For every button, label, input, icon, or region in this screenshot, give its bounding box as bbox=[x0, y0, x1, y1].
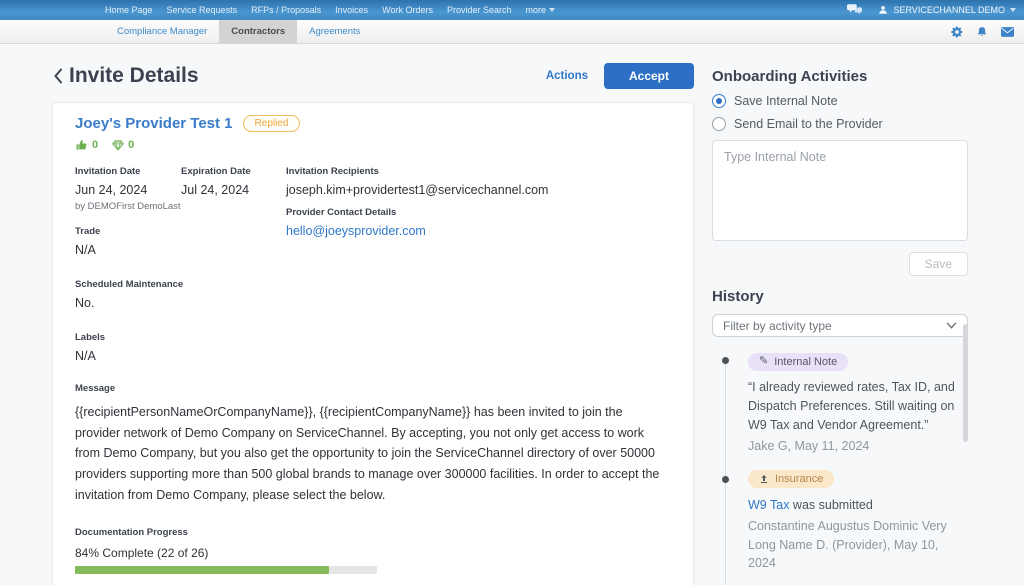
upload-icon bbox=[759, 474, 769, 484]
nav-rfps-proposals[interactable]: RFPs / Proposals bbox=[251, 5, 321, 15]
expiration-date-value: Jul 24, 2024 bbox=[181, 183, 286, 197]
thumbs-up-icon bbox=[75, 139, 88, 151]
filter-placeholder: Filter by activity type bbox=[723, 319, 832, 333]
progress-summary: 84% Complete (22 of 26) bbox=[75, 546, 671, 560]
badge-label: Insurance bbox=[775, 473, 823, 485]
chevron-down-icon bbox=[946, 322, 957, 329]
recommendations-count: 0 bbox=[92, 139, 98, 151]
scheduled-maintenance-label: Scheduled Maintenance bbox=[75, 279, 286, 290]
onboarding-activities-title: Onboarding Activities bbox=[712, 68, 968, 85]
chevron-down-icon bbox=[1010, 8, 1016, 12]
history-item: Insurance W9 Tax was submitted Constanti… bbox=[748, 470, 968, 573]
radio-button-selected[interactable] bbox=[712, 94, 726, 108]
top-nav: Home Page Service Requests RFPs / Propos… bbox=[105, 5, 555, 15]
actions-button[interactable]: Actions bbox=[546, 70, 588, 82]
nav-more-menu[interactable]: more bbox=[526, 5, 556, 15]
history-item-meta: Jake G, May 11, 2024 bbox=[748, 437, 968, 456]
message-text: {{recipientPersonNameOrCompanyName}}, {{… bbox=[75, 402, 671, 505]
radio-save-label: Save Internal Note bbox=[734, 94, 838, 108]
invitation-date-label: Invitation Date bbox=[75, 166, 181, 177]
awards-counter: 0 bbox=[112, 139, 134, 151]
sub-nav-bar: Compliance Manager Contractors Agreement… bbox=[0, 20, 1024, 44]
labels-value: N/A bbox=[75, 349, 286, 363]
radio-save-internal-note[interactable]: Save Internal Note bbox=[712, 94, 968, 108]
labels-label: Labels bbox=[75, 332, 286, 343]
provider-contact-label: Provider Contact Details bbox=[286, 207, 671, 218]
history-item-text: W9 Tax was submitted bbox=[748, 496, 968, 515]
activity-type-filter[interactable]: Filter by activity type bbox=[712, 314, 968, 337]
scheduled-maintenance-value: No. bbox=[75, 296, 286, 310]
progress-bar bbox=[75, 566, 377, 574]
timeline-dot bbox=[722, 357, 729, 364]
nav-work-orders[interactable]: Work Orders bbox=[382, 5, 433, 15]
accept-button[interactable]: Accept bbox=[604, 63, 694, 89]
person-icon bbox=[878, 5, 888, 15]
nav-invoices[interactable]: Invoices bbox=[335, 5, 368, 15]
provider-name-link[interactable]: Joey's Provider Test 1 bbox=[75, 115, 233, 132]
invitation-recipients-label: Invitation Recipients bbox=[286, 166, 671, 177]
history-timeline: ✎ Internal Note “I already reviewed rate… bbox=[712, 351, 968, 585]
envelope-icon[interactable] bbox=[1001, 27, 1014, 37]
progress-bar-fill bbox=[75, 566, 329, 574]
internal-note-badge: ✎ Internal Note bbox=[748, 353, 848, 371]
documentation-progress-label: Documentation Progress bbox=[75, 527, 671, 538]
recommendations-counter: 0 bbox=[75, 139, 98, 151]
tab-contractors[interactable]: Contractors bbox=[219, 20, 297, 43]
nav-provider-search[interactable]: Provider Search bbox=[447, 5, 512, 15]
history-title: History bbox=[712, 288, 968, 305]
diamond-icon bbox=[112, 139, 124, 151]
trade-value: N/A bbox=[75, 243, 286, 257]
timeline-dot bbox=[722, 476, 729, 483]
page-title-label: Invite Details bbox=[69, 64, 199, 88]
status-badge: Replied bbox=[243, 115, 301, 132]
invite-card: Joey's Provider Test 1 Replied 0 0 bbox=[52, 102, 694, 585]
trade-label: Trade bbox=[75, 226, 286, 237]
message-label: Message bbox=[75, 383, 671, 394]
nav-service-requests[interactable]: Service Requests bbox=[167, 5, 238, 15]
chevron-down-icon bbox=[549, 8, 555, 12]
chat-icon[interactable] bbox=[847, 4, 862, 17]
save-note-button[interactable]: Save bbox=[909, 252, 968, 276]
top-nav-bar: Home Page Service Requests RFPs / Propos… bbox=[0, 0, 1024, 20]
history-scrollbar[interactable] bbox=[963, 324, 968, 442]
invitation-date-value: Jun 24, 2024 bbox=[75, 183, 181, 197]
invitation-recipients-value: joseph.kim+providertest1@servicechannel.… bbox=[286, 183, 671, 197]
onboarding-panel: Onboarding Activities Save Internal Note… bbox=[712, 60, 968, 585]
bell-icon[interactable] bbox=[976, 26, 988, 38]
radio-button[interactable] bbox=[712, 117, 726, 131]
gear-icon[interactable] bbox=[951, 26, 963, 38]
badge-label: Internal Note bbox=[774, 356, 837, 368]
history-item-text-rest: was submitted bbox=[789, 498, 872, 512]
tab-agreements[interactable]: Agreements bbox=[297, 20, 372, 43]
provider-contact-email-link[interactable]: hello@joeysprovider.com bbox=[286, 224, 671, 238]
awards-count: 0 bbox=[128, 139, 134, 151]
user-label: SERVICECHANNEL DEMO bbox=[893, 5, 1005, 15]
radio-send-email[interactable]: Send Email to the Provider bbox=[712, 117, 968, 131]
expiration-date-label: Expiration Date bbox=[181, 166, 286, 177]
back-icon[interactable] bbox=[52, 67, 65, 85]
tab-compliance-manager[interactable]: Compliance Manager bbox=[105, 20, 219, 43]
nav-home-page[interactable]: Home Page bbox=[105, 5, 153, 15]
w9-tax-link[interactable]: W9 Tax bbox=[748, 498, 789, 512]
internal-note-input[interactable] bbox=[712, 140, 968, 241]
history-item-meta: Constantine Augustus Dominic Very Long N… bbox=[748, 517, 968, 573]
history-item: ✎ Internal Note “I already reviewed rate… bbox=[748, 351, 968, 455]
insurance-badge: Insurance bbox=[748, 470, 834, 488]
radio-email-label: Send Email to the Provider bbox=[734, 117, 883, 131]
nav-more-label: more bbox=[526, 5, 547, 15]
user-menu[interactable]: SERVICECHANNEL DEMO bbox=[878, 5, 1016, 15]
invitation-date-by: by DEMOFirst DemoLast bbox=[75, 201, 181, 212]
history-item-text: “I already reviewed rates, Tax ID, and D… bbox=[748, 378, 968, 436]
pencil-icon: ✎ bbox=[759, 356, 768, 367]
page-title: Invite Details bbox=[52, 64, 199, 88]
